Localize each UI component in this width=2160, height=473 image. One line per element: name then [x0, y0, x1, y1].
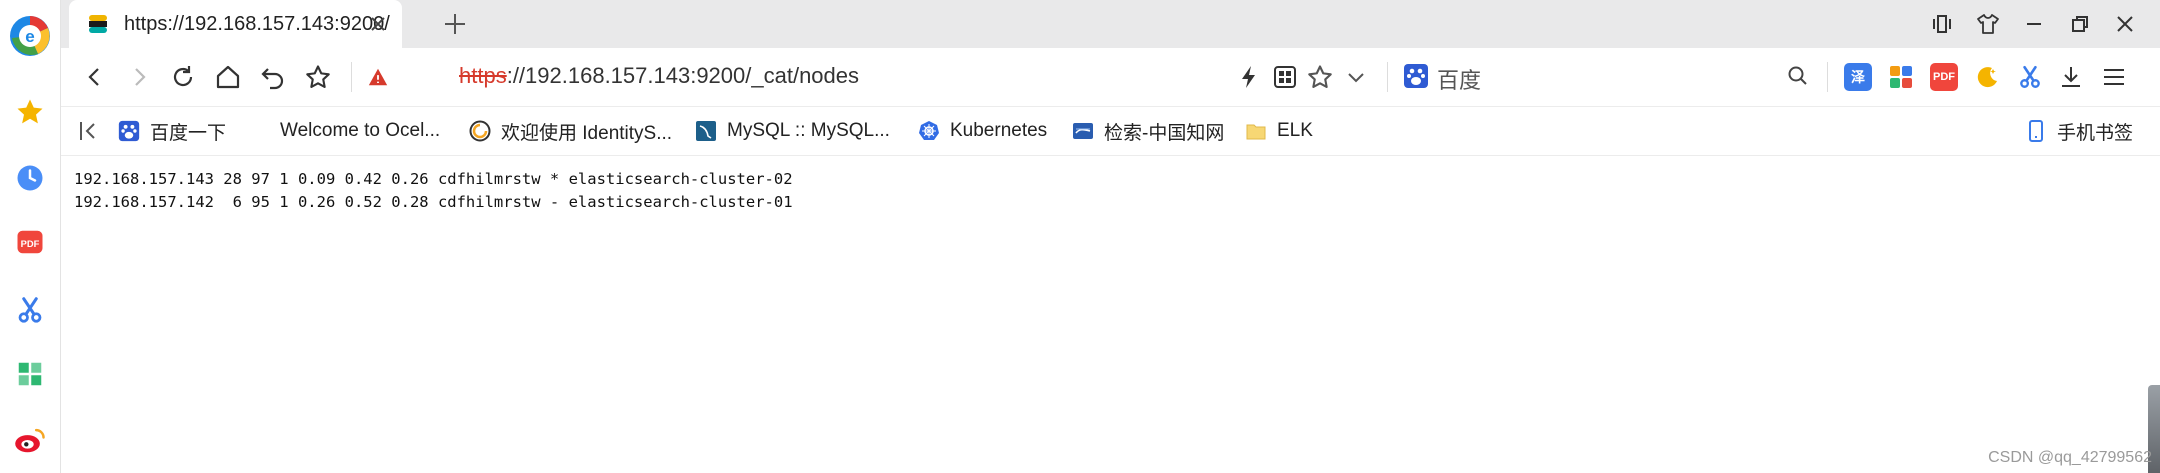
search-icon[interactable]: [1785, 63, 1813, 91]
divider: [1827, 62, 1828, 92]
identity-icon: [469, 120, 491, 142]
bookmark-ocelot[interactable]: Welcome to Ocel...: [280, 118, 440, 144]
browser-logo-icon[interactable]: e: [0, 12, 60, 60]
pdf-extension-icon[interactable]: PDF: [1930, 63, 1958, 91]
url-scheme: https: [459, 63, 507, 88]
apps-extension-icon[interactable]: [1887, 63, 1915, 91]
bookmark-baidu[interactable]: 百度一下: [118, 118, 226, 144]
baidu-paw-icon: [1403, 63, 1431, 91]
collapse-sidebar-icon[interactable]: [77, 119, 101, 143]
bookmark-kubernetes[interactable]: Kubernetes: [918, 118, 1047, 144]
node-line: 192.168.157.142 6 95 1 0.26 0.52 0.28 cd…: [74, 193, 793, 211]
bookmark-folder-elk[interactable]: ELK: [1245, 118, 1313, 144]
translate-extension-icon[interactable]: 泽: [1844, 63, 1872, 91]
reading-mode-icon[interactable]: [1930, 12, 1954, 36]
bookmark-identityserver[interactable]: 欢迎使用 IdentityS...: [469, 118, 672, 144]
lightning-icon[interactable]: [1235, 63, 1263, 91]
bookmarks-bar: 百度一下 Welcome to Ocel... 欢迎使用 IdentityS..…: [61, 107, 2160, 156]
bookmark-label: Kubernetes: [950, 120, 1048, 141]
bookmark-label: ELK: [1277, 120, 1313, 141]
mobile-bookmarks[interactable]: 手机书签: [2025, 118, 2133, 144]
node-line: 192.168.157.143 28 97 1 0.09 0.42 0.26 c…: [74, 170, 793, 188]
bookmark-star-icon[interactable]: [304, 63, 332, 91]
cnki-icon: [1072, 120, 1094, 142]
favorite-page-icon[interactable]: [1306, 63, 1334, 91]
phone-icon: [2025, 120, 2047, 142]
apps-grid-icon[interactable]: [0, 354, 60, 394]
title-bar: https://192.168.157.143:9200/: [61, 0, 2160, 48]
close-window-icon[interactable]: [2113, 12, 2137, 36]
skin-shirt-icon[interactable]: [1976, 12, 2000, 36]
refresh-icon[interactable]: [169, 63, 197, 91]
bookmark-label: MySQL :: MySQL...: [727, 120, 890, 141]
new-tab-icon[interactable]: [441, 10, 469, 38]
scissors-tool-icon[interactable]: [0, 290, 60, 330]
kubernetes-icon: [918, 120, 940, 142]
url-rest: ://192.168.157.143:9200/_cat/nodes: [506, 63, 860, 88]
scissors-extension-icon[interactable]: [2016, 63, 2044, 91]
bookmark-label: 检索-中国知网: [1104, 122, 1225, 144]
address-input[interactable]: https://192.168.157.143:9200/_cat/nodes: [459, 63, 859, 89]
back-icon[interactable]: [81, 63, 109, 91]
baidu-paw-icon: [118, 120, 140, 142]
qr-code-icon[interactable]: [1271, 63, 1299, 91]
chevron-down-icon[interactable]: [1342, 63, 1370, 91]
restore-icon[interactable]: [2068, 12, 2092, 36]
bookmark-cnki[interactable]: 检索-中国知网: [1072, 118, 1224, 144]
forward-icon[interactable]: [125, 63, 153, 91]
divider: [1387, 62, 1388, 92]
tab-title: https://192.168.157.143:9200/: [124, 12, 390, 35]
bookmark-label: Welcome to Ocel...: [280, 120, 441, 141]
elastic-favicon-icon: [87, 13, 109, 35]
weibo-icon[interactable]: [0, 420, 60, 460]
bookmark-label: 欢迎使用 IdentityS...: [501, 122, 673, 144]
pdf-tool-icon[interactable]: PDF: [0, 222, 60, 262]
history-clock-icon[interactable]: [0, 158, 60, 198]
security-warning-icon[interactable]: [367, 66, 391, 90]
mysql-icon: [695, 120, 717, 142]
favorites-star-icon[interactable]: [0, 92, 60, 132]
search-engine-field[interactable]: 百度: [1437, 63, 1481, 95]
divider: [351, 62, 352, 92]
bookmark-label: 百度一下: [150, 122, 227, 144]
close-tab-icon[interactable]: [366, 12, 390, 36]
bookmark-mysql[interactable]: MySQL :: MySQL...: [695, 118, 890, 144]
svg-text:PDF: PDF: [21, 239, 40, 249]
minimize-icon[interactable]: [2022, 12, 2046, 36]
sidebar: e PDF: [0, 0, 61, 473]
folder-icon: [1245, 120, 1267, 142]
active-tab[interactable]: https://192.168.157.143:9200/: [69, 0, 402, 48]
page-content: 192.168.157.143 28 97 1 0.09 0.42 0.26 c…: [74, 168, 793, 214]
home-icon[interactable]: [214, 63, 242, 91]
moon-extension-icon[interactable]: [1973, 63, 2001, 91]
menu-icon[interactable]: [2100, 63, 2128, 91]
download-icon[interactable]: [2057, 63, 2085, 91]
watermark: CSDN @qq_42799562: [1988, 449, 2152, 466]
undo-close-icon[interactable]: [259, 63, 287, 91]
mobile-bookmarks-label: 手机书签: [2057, 122, 2134, 144]
svg-text:e: e: [25, 27, 34, 46]
navigation-bar: https://192.168.157.143:9200/_cat/nodes …: [61, 48, 2160, 107]
